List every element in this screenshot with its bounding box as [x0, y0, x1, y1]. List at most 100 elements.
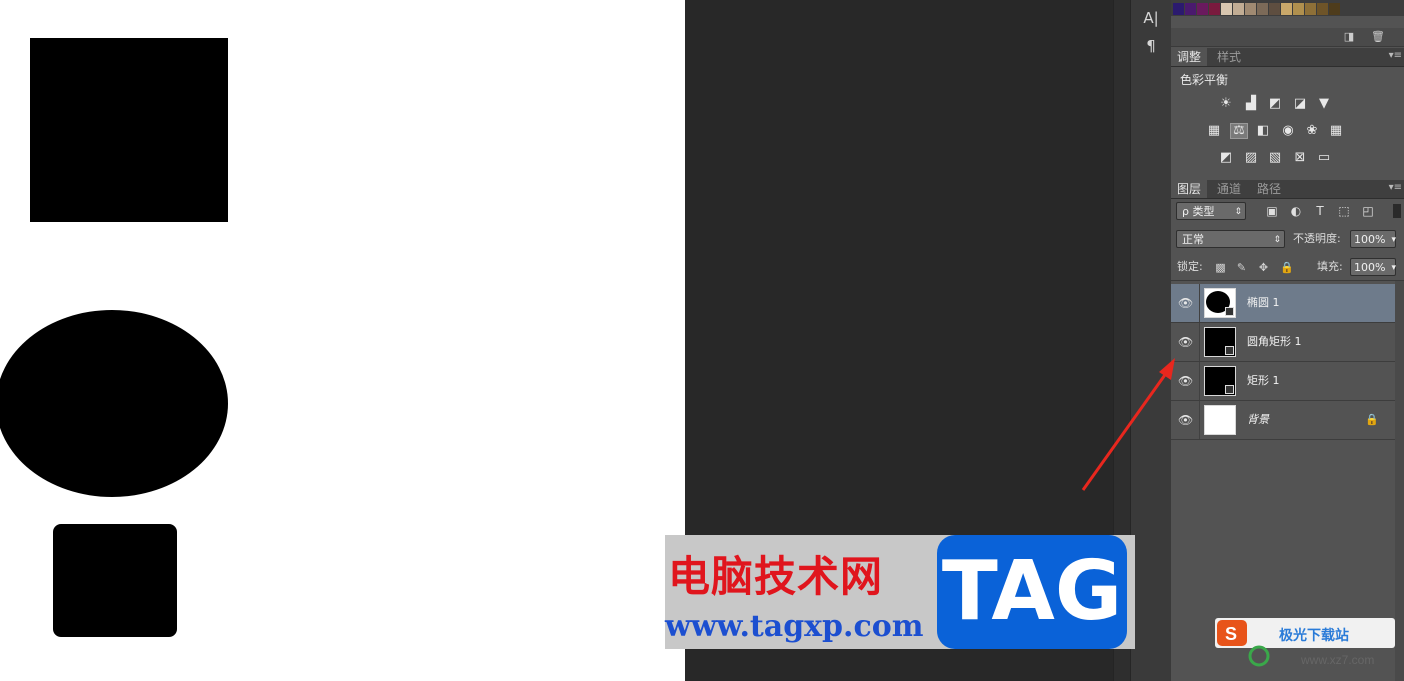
swatch[interactable] — [1221, 3, 1232, 15]
filter-type-icon[interactable]: T — [1313, 204, 1327, 218]
layer-name[interactable]: 矩形 1 — [1247, 362, 1280, 400]
chevron-down-icon[interactable]: ▾ — [1391, 231, 1396, 249]
right-panel-dock: ◨ 🗑 调整 样式 ▾≡ 色彩平衡 ☀ ▟ ◩ ◪ ▼ ▦ ⚖ ◧ ◉ ❀ ▦ … — [1171, 0, 1404, 681]
layer-thumbnail — [1204, 327, 1236, 357]
trash-icon[interactable]: 🗑 — [1371, 31, 1385, 43]
tab-channels[interactable]: 通道 — [1211, 180, 1247, 198]
swatches-footer: ◨ 🗑 — [1171, 28, 1404, 47]
filter-pixel-icon[interactable]: ▣ — [1265, 204, 1279, 218]
curves-icon[interactable]: ◩ — [1267, 97, 1283, 111]
rectangle-shape[interactable] — [30, 38, 228, 222]
swatch[interactable] — [1317, 3, 1328, 15]
lock-image-pixels-icon[interactable]: ✎ — [1235, 261, 1248, 274]
fill-input[interactable]: 100% ▾ — [1350, 258, 1396, 276]
swatch[interactable] — [1233, 3, 1244, 15]
logo-url: www.xz7.com — [1300, 653, 1374, 667]
svg-text:S: S — [1225, 624, 1237, 644]
blend-mode-select[interactable]: 正常 ⇕ — [1176, 230, 1285, 248]
gradient-map-icon[interactable]: ▭ — [1316, 151, 1332, 165]
filter-toggle[interactable] — [1393, 204, 1401, 218]
color-balance-icon[interactable]: ⚖ — [1230, 123, 1248, 139]
watermark-badge: TAG — [937, 535, 1127, 649]
vector-mask-icon — [1225, 385, 1234, 394]
color-lookup-icon[interactable]: ▦ — [1328, 124, 1344, 138]
layers-tabbar: 图层 通道 路径 ▾≡ — [1171, 180, 1404, 199]
panel-menu-icon[interactable]: ▾≡ — [1389, 182, 1402, 193]
swatch[interactable] — [1305, 3, 1316, 15]
filter-smart-object-icon[interactable]: ◰ — [1361, 204, 1375, 218]
adjustment-title: 色彩平衡 — [1180, 73, 1229, 87]
layer-row-rectangle[interactable]: 👁 矩形 1 — [1171, 362, 1395, 401]
panel-menu-icon[interactable]: ▾≡ — [1389, 50, 1402, 61]
photo-filter-icon[interactable]: ◉ — [1280, 124, 1296, 138]
swatch[interactable] — [1173, 3, 1184, 15]
chevron-down-icon[interactable]: ▾ — [1391, 259, 1396, 277]
opacity-input[interactable]: 100% ▾ — [1350, 230, 1396, 248]
filter-shape-icon[interactable]: ⬚ — [1337, 204, 1351, 218]
lock-icon: 🔒 — [1365, 413, 1379, 426]
vector-mask-icon — [1225, 346, 1234, 355]
new-swatch-icon[interactable]: ◨ — [1343, 31, 1355, 43]
layer-row-background[interactable]: 👁 背景 🔒 — [1171, 401, 1395, 440]
stepper-icon: ⇕ — [1234, 207, 1242, 217]
fill-label: 填充: — [1317, 260, 1343, 273]
lock-position-icon[interactable]: ✥ — [1257, 261, 1270, 274]
paragraph-panel-icon[interactable]: ¶ — [1141, 36, 1161, 56]
brightness-contrast-icon[interactable]: ☀ — [1218, 97, 1234, 111]
tab-layers[interactable]: 图层 — [1171, 180, 1208, 198]
swatch[interactable] — [1329, 3, 1340, 15]
arrow-head — [1159, 358, 1175, 380]
lock-all-icon[interactable]: 🔒 — [1280, 261, 1294, 274]
swatch[interactable] — [1269, 3, 1280, 15]
swatch[interactable] — [1281, 3, 1292, 15]
threshold-icon[interactable]: ▧ — [1267, 151, 1283, 165]
black-white-icon[interactable]: ◧ — [1255, 124, 1271, 138]
posterize-icon[interactable]: ▨ — [1243, 151, 1259, 165]
hue-saturation-icon[interactable]: ▦ — [1206, 124, 1222, 138]
lock-transparent-pixels-icon[interactable]: ▩ — [1214, 261, 1227, 274]
document-canvas[interactable] — [0, 0, 685, 681]
layer-name[interactable]: 背景 — [1247, 401, 1269, 439]
layer-row-rounded-rectangle[interactable]: 👁 圆角矩形 1 — [1171, 323, 1395, 362]
swatch[interactable] — [1293, 3, 1304, 15]
annotation-arrow — [1081, 358, 1175, 491]
character-panel-icon[interactable]: A| — [1141, 8, 1161, 28]
layer-name[interactable]: 椭圆 1 — [1247, 284, 1280, 322]
exposure-icon[interactable]: ◪ — [1292, 97, 1308, 111]
tab-paths[interactable]: 路径 — [1251, 180, 1287, 198]
tab-styles[interactable]: 样式 — [1211, 48, 1247, 66]
divider — [1171, 280, 1404, 281]
levels-icon[interactable]: ▟ — [1243, 97, 1259, 111]
visibility-eye-icon[interactable]: 👁 — [1178, 335, 1193, 349]
swatch[interactable] — [1197, 3, 1208, 15]
layer-name[interactable]: 圆角矩形 1 — [1247, 323, 1302, 361]
tab-adjustments[interactable]: 调整 — [1171, 48, 1208, 66]
rounded-rectangle-shape[interactable] — [53, 524, 177, 637]
swatches-strip[interactable] — [1171, 0, 1404, 16]
arrow-shaft — [1081, 371, 1169, 491]
ellipse-shape[interactable] — [0, 310, 228, 497]
layer-thumbnail — [1204, 366, 1236, 396]
visibility-eye-icon[interactable]: 👁 — [1178, 296, 1193, 310]
swatch[interactable] — [1257, 3, 1268, 15]
invert-icon[interactable]: ◩ — [1218, 151, 1234, 165]
vibrance-icon[interactable]: ▼ — [1316, 97, 1332, 111]
watermark-title: 电脑技术网 — [668, 552, 884, 601]
logo-swirl-icon — [1248, 645, 1270, 667]
divider — [1199, 401, 1200, 439]
channel-mixer-icon[interactable]: ❀ — [1304, 124, 1320, 138]
layer-thumbnail — [1204, 288, 1236, 318]
selective-color-icon[interactable]: ⊠ — [1292, 151, 1308, 165]
layer-thumbnail — [1204, 405, 1236, 435]
filter-kind-value: ρ 类型 — [1182, 205, 1215, 218]
swatch[interactable] — [1185, 3, 1196, 15]
swatch[interactable] — [1209, 3, 1220, 15]
layer-row-ellipse[interactable]: 👁 椭圆 1 — [1171, 284, 1395, 323]
layer-filter-select[interactable]: ρ 类型 ⇕ — [1176, 202, 1246, 220]
logo-text: 极光下载站 — [1279, 627, 1349, 644]
layers-scrollbar[interactable] — [1395, 281, 1404, 681]
fill-value: 100% — [1354, 261, 1386, 274]
swatch[interactable] — [1245, 3, 1256, 15]
panel-icon-column: A| ¶ — [1130, 0, 1172, 681]
filter-adjustment-icon[interactable]: ◐ — [1289, 204, 1303, 218]
